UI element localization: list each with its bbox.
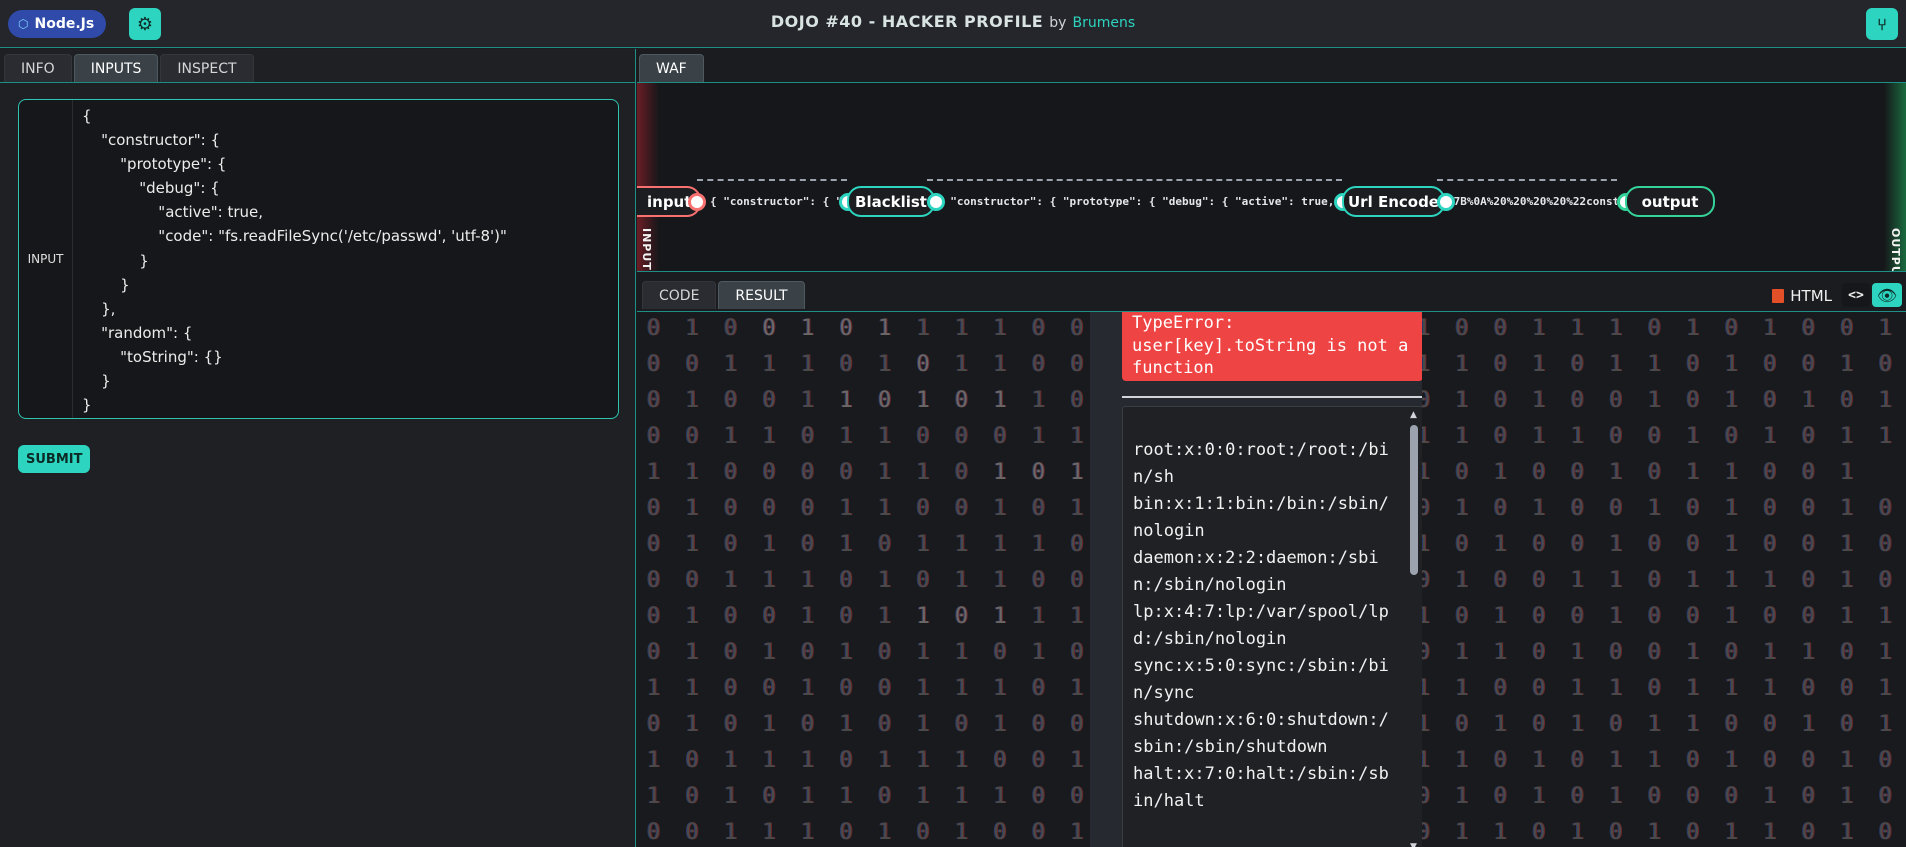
node-url-encode[interactable]: Url Encode: [1342, 186, 1445, 217]
side-input-label: INPUT: [640, 228, 653, 271]
left-panel: INFO INPUTS INSPECT INPUT { "constructor…: [0, 49, 636, 847]
tab-inputs[interactable]: INPUTS: [73, 54, 159, 82]
waf-tabs: WAF: [639, 54, 704, 82]
wire-blacklist-urlencode: [927, 179, 1342, 181]
wire-urlencode-output-text: %7B%0A%20%20%20%20%22constructor%22%3A%2…: [1447, 195, 1617, 208]
urlencode-out-port[interactable]: [1437, 193, 1455, 211]
wire-urlencode-output: [1437, 179, 1617, 181]
editor-code[interactable]: { "constructor": { "prototype": { "debug…: [82, 104, 507, 417]
page-title: DOJO #40 - HACKER PROFILE by Brumens: [0, 12, 1906, 31]
node-blacklist-label: Blacklist: [855, 192, 927, 211]
editor-label: INPUT: [19, 100, 73, 418]
left-tabs: INFO INPUTS INSPECT: [4, 54, 254, 82]
result-hr: [1122, 396, 1422, 398]
tab-inspect[interactable]: INSPECT: [160, 54, 254, 82]
output-text: root:x:0:0:root:/root:/bin/sh bin:x:1:1:…: [1133, 440, 1389, 811]
language-label: HTML: [1790, 287, 1832, 305]
wire-blacklist-urlencode-text: { "constructor": { "prototype": { "debug…: [937, 195, 1342, 208]
node-blacklist[interactable]: Blacklist: [847, 186, 935, 217]
language-indicator: HTML: [1772, 287, 1832, 305]
result-tabs: CODE RESULT: [642, 281, 805, 309]
wire-input-blacklist: [697, 179, 847, 181]
error-message: TypeError: user[key].toString is not a f…: [1122, 312, 1422, 381]
side-output-label: OUTPUT: [1889, 228, 1902, 272]
tab-waf[interactable]: WAF: [639, 54, 704, 82]
html5-icon: [1772, 289, 1785, 303]
code-view-toggle[interactable]: <>: [1842, 283, 1870, 307]
eye-icon: 👁: [1876, 285, 1898, 305]
wire-input-blacklist-text: { "constructor": { "prototype": { "debug…: [710, 195, 850, 208]
tab-result[interactable]: RESULT: [718, 281, 805, 309]
tab-info[interactable]: INFO: [4, 54, 72, 82]
node-url-encode-label: Url Encode: [1348, 192, 1439, 211]
by-label: by: [1049, 15, 1067, 31]
node-input-label: input: [647, 192, 692, 211]
scroll-up-icon[interactable]: ▲: [1410, 410, 1417, 420]
blacklist-out-port[interactable]: [927, 193, 945, 211]
node-output-label: output: [1641, 192, 1699, 211]
author-link[interactable]: Brumens: [1072, 15, 1135, 31]
preview-toggle[interactable]: 👁: [1872, 283, 1902, 307]
git-branch-icon: ⑂: [1877, 14, 1887, 34]
top-bar: ⬡ Node.Js ⚙ DOJO #40 - HACKER PROFILE by …: [0, 0, 1906, 48]
scroll-down-icon[interactable]: ▼: [1410, 842, 1417, 847]
tab-divider: [0, 82, 636, 83]
waf-pipeline: { "constructor": { "prototype": { "debug…: [637, 83, 1906, 272]
input-editor[interactable]: INPUT { "constructor": { "prototype": { …: [18, 99, 619, 419]
right-panel: WAF { "constructor": { "prototype": { "d…: [637, 49, 1906, 847]
output-scrollbar[interactable]: ▲ ▼: [1408, 407, 1420, 847]
tab-code[interactable]: CODE: [642, 281, 717, 309]
output-box[interactable]: root:x:0:0:root:/root:/bin/sh bin:x:1:1:…: [1122, 406, 1422, 847]
input-port[interactable]: [688, 193, 706, 211]
scroll-thumb[interactable]: [1410, 425, 1418, 575]
node-output[interactable]: output: [1625, 186, 1715, 217]
result-card: TypeError: user[key].toString is not a f…: [1090, 312, 1422, 847]
challenge-title: DOJO #40 - HACKER PROFILE: [770, 12, 1044, 31]
branch-button[interactable]: ⑂: [1866, 8, 1898, 40]
submit-button[interactable]: SUBMIT: [18, 445, 91, 473]
code-brackets-icon: <>: [1848, 287, 1864, 303]
